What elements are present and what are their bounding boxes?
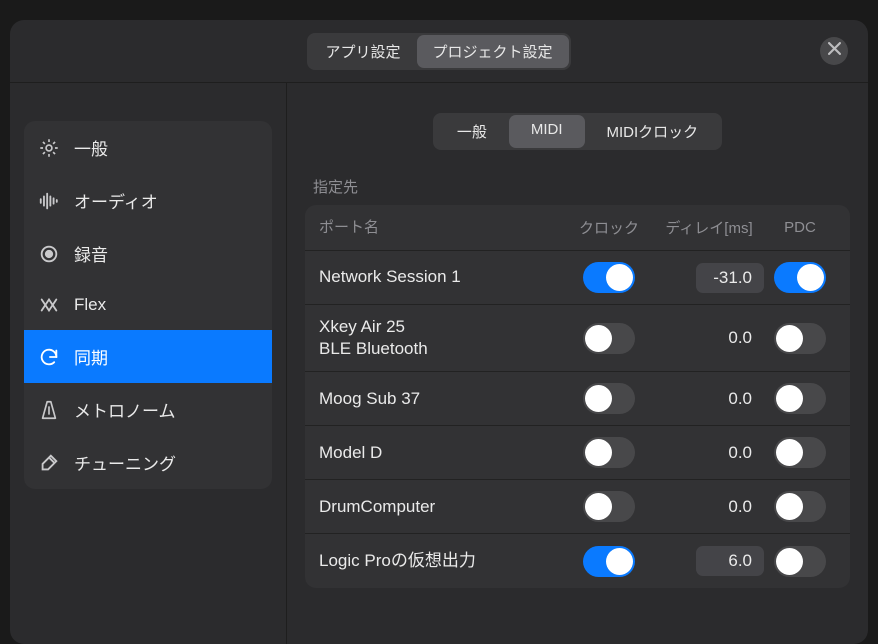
delay-cell: -31.0 bbox=[654, 263, 764, 293]
metronome-icon bbox=[38, 399, 60, 421]
pdc-cell bbox=[764, 323, 836, 354]
clock-toggle[interactable] bbox=[583, 323, 635, 354]
pdc-cell bbox=[764, 262, 836, 293]
record-icon bbox=[38, 243, 60, 265]
delay-cell: 6.0 bbox=[654, 546, 764, 576]
port-name: Moog Sub 37 bbox=[319, 388, 564, 410]
sidebar: 一般 オーディオ 録音 bbox=[10, 83, 287, 644]
clock-toggle[interactable] bbox=[583, 262, 635, 293]
delay-cell: 0.0 bbox=[654, 384, 764, 414]
pdc-cell bbox=[764, 437, 836, 468]
destinations-table: ポート名 クロック ディレイ[ms] PDC Network Session 1… bbox=[305, 205, 850, 588]
table-header: ポート名 クロック ディレイ[ms] PDC bbox=[305, 205, 850, 251]
delay-field: 0.0 bbox=[696, 384, 764, 414]
pdc-toggle[interactable] bbox=[774, 437, 826, 468]
tuning-icon bbox=[38, 452, 60, 474]
clock-cell bbox=[564, 262, 654, 293]
sidebar-item-tuning[interactable]: チューニング bbox=[24, 436, 272, 489]
port-name: Xkey Air 25BLE Bluetooth bbox=[319, 316, 564, 360]
sidebar-item-general[interactable]: 一般 bbox=[24, 121, 272, 174]
sidebar-item-label: 録音 bbox=[74, 241, 108, 266]
sidebar-item-record[interactable]: 録音 bbox=[24, 227, 272, 280]
sidebar-item-label: Flex bbox=[74, 295, 106, 315]
clock-cell bbox=[564, 491, 654, 522]
tab-project-settings[interactable]: プロジェクト設定 bbox=[417, 35, 569, 68]
content-subtabs: 一般 MIDI MIDIクロック bbox=[433, 113, 722, 150]
clock-toggle[interactable] bbox=[583, 491, 635, 522]
column-clock-header: クロック bbox=[564, 217, 654, 238]
gear-icon bbox=[38, 137, 60, 159]
delay-field: 0.0 bbox=[696, 492, 764, 522]
table-row: Network Session 1 -31.0 bbox=[305, 251, 850, 305]
column-pdc-header: PDC bbox=[764, 219, 836, 236]
sidebar-item-label: 同期 bbox=[74, 344, 108, 369]
clock-cell bbox=[564, 546, 654, 577]
table-row: Moog Sub 37 0.0 bbox=[305, 372, 850, 426]
table-row: Logic Proの仮想出力 6.0 bbox=[305, 534, 850, 588]
column-port-header: ポート名 bbox=[319, 218, 564, 238]
content-pane: 一般 MIDI MIDIクロック 指定先 ポート名 クロック ディレイ[ms] … bbox=[287, 83, 868, 644]
pdc-cell bbox=[764, 491, 836, 522]
close-icon bbox=[828, 42, 841, 60]
sidebar-item-label: チューニング bbox=[74, 450, 176, 475]
clock-toggle[interactable] bbox=[583, 546, 635, 577]
clock-cell bbox=[564, 323, 654, 354]
delay-field: 0.0 bbox=[696, 438, 764, 468]
column-delay-header: ディレイ[ms] bbox=[654, 217, 764, 238]
clock-toggle[interactable] bbox=[583, 383, 635, 414]
close-button[interactable] bbox=[820, 37, 848, 65]
modal-body: 一般 オーディオ 録音 bbox=[10, 82, 868, 644]
pdc-toggle[interactable] bbox=[774, 383, 826, 414]
sidebar-item-audio[interactable]: オーディオ bbox=[24, 174, 272, 227]
port-name: Logic Proの仮想出力 bbox=[319, 550, 564, 572]
sidebar-list: 一般 オーディオ 録音 bbox=[24, 121, 272, 489]
modal-header: アプリ設定 プロジェクト設定 bbox=[10, 20, 868, 82]
delay-cell: 0.0 bbox=[654, 323, 764, 353]
sidebar-item-label: 一般 bbox=[74, 135, 108, 160]
clock-toggle[interactable] bbox=[583, 437, 635, 468]
delay-cell: 0.0 bbox=[654, 438, 764, 468]
port-name: Model D bbox=[319, 442, 564, 464]
sidebar-item-label: オーディオ bbox=[74, 188, 158, 213]
delay-field: 0.0 bbox=[696, 323, 764, 353]
waveform-icon bbox=[38, 190, 60, 212]
subtab-midi-clock[interactable]: MIDIクロック bbox=[585, 115, 721, 148]
delay-cell: 0.0 bbox=[654, 492, 764, 522]
pdc-cell bbox=[764, 546, 836, 577]
pdc-toggle[interactable] bbox=[774, 546, 826, 577]
pdc-cell bbox=[764, 383, 836, 414]
settings-modal: アプリ設定 プロジェクト設定 一般 bbox=[10, 20, 868, 644]
pdc-toggle[interactable] bbox=[774, 262, 826, 293]
subtab-midi[interactable]: MIDI bbox=[509, 115, 585, 148]
header-tabs: アプリ設定 プロジェクト設定 bbox=[307, 33, 570, 70]
port-name: DrumComputer bbox=[319, 496, 564, 518]
delay-field[interactable]: 6.0 bbox=[696, 546, 764, 576]
sidebar-item-label: メトロノーム bbox=[74, 397, 176, 422]
sync-icon bbox=[38, 346, 60, 368]
subtab-general[interactable]: 一般 bbox=[435, 115, 509, 148]
pdc-toggle[interactable] bbox=[774, 323, 826, 354]
tab-app-settings[interactable]: アプリ設定 bbox=[309, 35, 416, 68]
flex-icon bbox=[38, 294, 60, 316]
table-row: Xkey Air 25BLE Bluetooth 0.0 bbox=[305, 305, 850, 372]
sidebar-item-sync[interactable]: 同期 bbox=[24, 330, 272, 383]
clock-cell bbox=[564, 383, 654, 414]
port-name: Network Session 1 bbox=[319, 266, 564, 288]
pdc-toggle[interactable] bbox=[774, 491, 826, 522]
delay-field[interactable]: -31.0 bbox=[696, 263, 764, 293]
section-label: 指定先 bbox=[313, 176, 850, 197]
table-row: Model D 0.0 bbox=[305, 426, 850, 480]
sidebar-item-flex[interactable]: Flex bbox=[24, 280, 272, 330]
table-row: DrumComputer 0.0 bbox=[305, 480, 850, 534]
clock-cell bbox=[564, 437, 654, 468]
sidebar-item-metronome[interactable]: メトロノーム bbox=[24, 383, 272, 436]
